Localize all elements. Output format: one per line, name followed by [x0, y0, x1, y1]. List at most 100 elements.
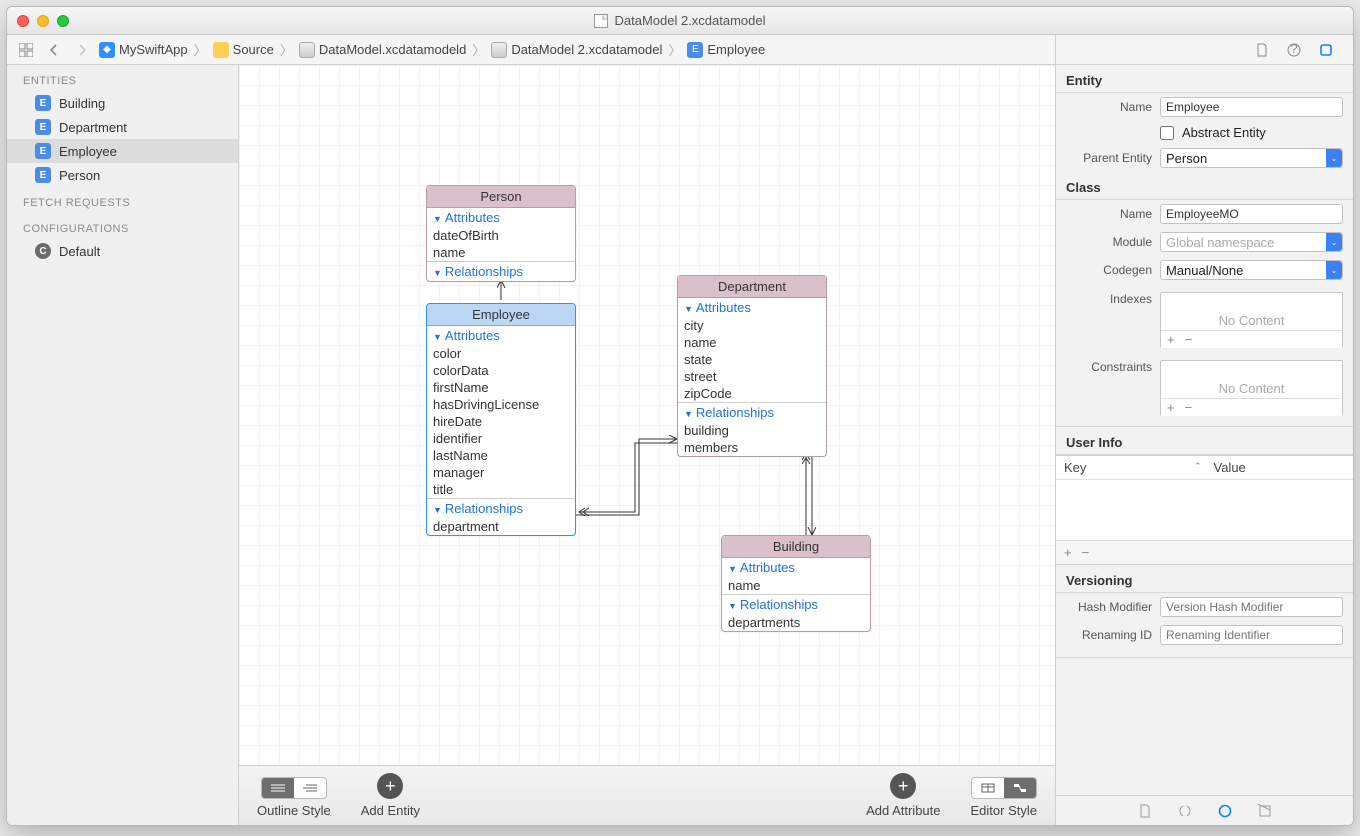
breadcrumb-item[interactable]: Source — [233, 42, 274, 57]
attribute[interactable]: name — [427, 244, 575, 261]
add-entity-button[interactable]: + Add Entity — [361, 773, 420, 818]
add-userinfo-button[interactable]: + — [1064, 545, 1072, 560]
breadcrumb-item[interactable]: DataModel.xcdatamodeld — [319, 42, 466, 57]
attribute[interactable]: lastName — [427, 447, 575, 464]
breadcrumb-item[interactable]: Employee — [707, 42, 765, 57]
entity-box-department[interactable]: Department ▼Attributes city name state s… — [677, 275, 827, 457]
relationship-lines — [239, 65, 1055, 765]
zoom-window-button[interactable] — [57, 15, 69, 27]
sidebar-entity-building[interactable]: EBuilding — [7, 91, 238, 115]
relationship[interactable]: building — [678, 422, 826, 439]
add-constraint-button[interactable]: + — [1167, 400, 1175, 415]
attributes-section[interactable]: ▼Attributes — [427, 208, 575, 227]
sidebar-entity-employee[interactable]: EEmployee — [7, 139, 238, 163]
minimize-window-button[interactable] — [37, 15, 49, 27]
constraints-label: Constraints — [1066, 360, 1152, 374]
outline-style-indent-icon[interactable] — [294, 778, 326, 798]
attribute[interactable]: title — [427, 481, 575, 498]
relationships-section[interactable]: ▼Relationships — [427, 261, 575, 281]
remove-userinfo-button[interactable]: − — [1082, 545, 1090, 560]
attribute[interactable]: colorData — [427, 362, 575, 379]
outline-style-list-icon[interactable] — [262, 778, 294, 798]
class-name-field[interactable] — [1160, 204, 1343, 224]
attribute[interactable]: manager — [427, 464, 575, 481]
help-inspector-tab[interactable]: ? — [1283, 40, 1305, 60]
attribute[interactable]: hasDrivingLicense — [427, 396, 575, 413]
userinfo-section-header: User Info — [1056, 426, 1353, 455]
attribute[interactable]: identifier — [427, 430, 575, 447]
sidebar-entity-department[interactable]: E Department — [7, 115, 238, 139]
window-title-text: DataModel 2.xcdatamodel — [614, 13, 765, 28]
attribute[interactable]: street — [678, 368, 826, 385]
codegen-select[interactable]: Manual/None⌄ — [1160, 260, 1343, 280]
userinfo-key-header[interactable]: Key — [1064, 460, 1196, 475]
sidebar-item-label: Department — [59, 120, 127, 135]
editor-style-segment[interactable] — [971, 777, 1037, 799]
editor-style-table-icon[interactable] — [972, 778, 1004, 798]
hash-modifier-field[interactable] — [1160, 597, 1343, 617]
remove-index-button[interactable]: − — [1185, 332, 1193, 347]
attribute[interactable]: name — [678, 334, 826, 351]
attribute[interactable]: dateOfBirth — [427, 227, 575, 244]
relationships-section[interactable]: ▼Relationships — [722, 594, 870, 614]
editor-style-graph-icon[interactable] — [1004, 778, 1036, 798]
abstract-entity-checkbox[interactable] — [1160, 126, 1174, 140]
breadcrumb-item[interactable]: MySwiftApp — [119, 42, 188, 57]
project-icon: ◆ — [99, 42, 115, 58]
remove-constraint-button[interactable]: − — [1185, 400, 1193, 415]
configurations-header: CONFIGURATIONS — [7, 213, 238, 239]
outline-style-segment[interactable] — [261, 777, 327, 799]
attribute[interactable]: name — [722, 577, 870, 594]
close-window-button[interactable] — [17, 15, 29, 27]
renaming-id-field[interactable] — [1160, 625, 1343, 645]
related-items-button[interactable] — [15, 40, 37, 60]
back-button[interactable] — [43, 40, 65, 60]
code-snippet-library-tab[interactable] — [1174, 801, 1196, 821]
sidebar-config-default[interactable]: CDefault — [7, 239, 238, 263]
attribute[interactable]: hireDate — [427, 413, 575, 430]
module-select[interactable]: Global namespace⌄ — [1160, 232, 1343, 252]
relationship[interactable]: members — [678, 439, 826, 456]
attributes-section[interactable]: ▼Attributes — [678, 298, 826, 317]
entity-icon: E — [35, 119, 51, 135]
datamodel-inspector-tab[interactable] — [1315, 40, 1337, 60]
file-inspector-tab[interactable] — [1251, 40, 1273, 60]
editor-style-label: Editor Style — [971, 803, 1037, 818]
relationships-section[interactable]: ▼Relationships — [678, 402, 826, 422]
attributes-section[interactable]: ▼Attributes — [722, 558, 870, 577]
constraints-box[interactable]: No Content +− — [1160, 360, 1343, 416]
parent-entity-select[interactable]: Person⌄ — [1160, 148, 1343, 168]
object-library-tab[interactable] — [1214, 801, 1236, 821]
module-label: Module — [1066, 235, 1152, 249]
sidebar-entity-person[interactable]: EPerson — [7, 163, 238, 187]
attribute[interactable]: state — [678, 351, 826, 368]
relationship[interactable]: departments — [722, 614, 870, 631]
svg-text:?: ? — [1290, 43, 1297, 56]
add-attribute-button[interactable]: + Add Attribute — [866, 773, 940, 818]
userinfo-table[interactable]: Key ˆ Value +− — [1056, 455, 1353, 565]
forward-button[interactable] — [71, 40, 93, 60]
add-attribute-label: Add Attribute — [866, 803, 940, 818]
parent-entity-label: Parent Entity — [1066, 151, 1152, 165]
sidebar-item-label: Building — [59, 96, 105, 111]
file-template-library-tab[interactable] — [1134, 801, 1156, 821]
entity-name-field[interactable] — [1160, 97, 1343, 117]
attribute[interactable]: zipCode — [678, 385, 826, 402]
attribute[interactable]: city — [678, 317, 826, 334]
breadcrumb-item[interactable]: DataModel 2.xcdatamodel — [511, 42, 662, 57]
entity-box-building[interactable]: Building ▼Attributes name ▼Relationships… — [721, 535, 871, 632]
attribute[interactable]: color — [427, 345, 575, 362]
relationship[interactable]: department — [427, 518, 575, 535]
er-diagram-canvas[interactable]: Person ▼Attributes dateOfBirth name ▼Rel… — [239, 65, 1055, 765]
relationships-section[interactable]: ▼Relationships — [427, 498, 575, 518]
userinfo-value-header[interactable]: Value — [1206, 460, 1346, 475]
media-library-tab[interactable] — [1254, 801, 1276, 821]
attributes-section[interactable]: ▼Attributes — [427, 326, 575, 345]
entities-section-header: ENTITIES — [7, 65, 238, 91]
attribute[interactable]: firstName — [427, 379, 575, 396]
indexes-box[interactable]: No Content +− — [1160, 292, 1343, 348]
entity-box-person[interactable]: Person ▼Attributes dateOfBirth name ▼Rel… — [426, 185, 576, 282]
chevron-right-icon: 〉 — [668, 40, 681, 59]
entity-box-employee[interactable]: Employee ▼Attributes color colorData fir… — [426, 303, 576, 536]
add-index-button[interactable]: + — [1167, 332, 1175, 347]
